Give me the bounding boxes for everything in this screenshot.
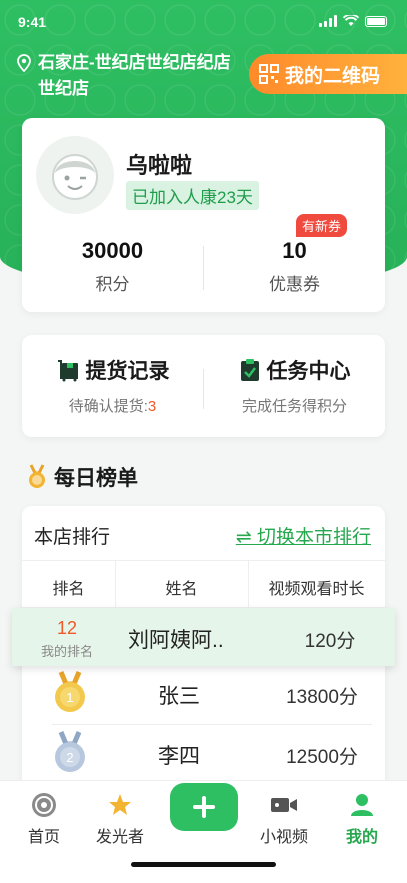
location-pin-icon (17, 54, 31, 72)
profile-card: 乌啦啦 已加入人康23天 有新券 30000 积分 10 优惠券 (22, 118, 385, 312)
my-rank-label: 我的排名 (40, 644, 93, 659)
ranked-user-name: 李四 (158, 745, 200, 768)
points-label: 积分 (95, 275, 130, 294)
task-center-entry[interactable]: 任务中心 完成任务得积分 (204, 355, 385, 416)
pickup-pending-count: 3 (147, 398, 157, 415)
store-rank-label: 本店排行 (34, 527, 111, 548)
points-value: 30000 (81, 238, 144, 263)
ranked-user-name: 张三 (158, 685, 200, 708)
coupons-value: 10 (282, 238, 307, 263)
medal-number: 1 (66, 690, 73, 705)
store-location[interactable]: 石家庄-世纪店世纪店纪店世纪店 (16, 50, 236, 102)
col-rank: 排名 (52, 581, 85, 598)
watch-time: 12500分 (286, 747, 358, 768)
col-name: 姓名 (165, 581, 198, 598)
tab-mine[interactable]: 我的 (322, 791, 402, 847)
qrcode-icon (259, 64, 279, 84)
daily-ranking-heading: 每日榜单 (26, 462, 138, 492)
daily-ranking-title: 每日榜单 (54, 467, 138, 490)
table-row[interactable]: 1 张三 13800分 (22, 664, 385, 724)
clipboard-check-icon (240, 359, 259, 381)
coupons-label: 优惠券 (269, 275, 320, 294)
gold-medal-icon: 1 (55, 671, 85, 712)
tab-shiner[interactable]: 发光者 (80, 791, 160, 847)
tab-video-label: 小视频 (259, 829, 308, 846)
pickup-pending-label: 待确认提货: (68, 398, 148, 415)
task-center-title: 任务中心 (266, 360, 351, 383)
plus-icon (193, 796, 215, 818)
store-location-text: 石家庄-世纪店世纪店纪店世纪店 (38, 53, 231, 98)
my-watch-time: 120分 (304, 631, 356, 652)
medal-icon (29, 464, 45, 488)
medal-number: 2 (66, 750, 73, 765)
battery-icon (365, 15, 387, 27)
smiley-avatar-icon (52, 154, 98, 200)
tab-home-label: 首页 (27, 829, 60, 846)
switch-city-rank-link[interactable]: ⇌ 切换本市排行 (236, 522, 371, 549)
my-rank-number: 12 (56, 618, 78, 638)
my-qrcode-button[interactable]: 我的二维码 (249, 54, 407, 94)
home-indicator (131, 862, 276, 867)
col-watch-time: 视频观看时长 (268, 581, 365, 598)
user-icon (351, 794, 373, 816)
wifi-icon (343, 15, 359, 26)
task-center-subtitle: 完成任务得积分 (241, 398, 347, 415)
joined-days-badge: 已加入人康23天 (126, 181, 259, 210)
my-qrcode-label: 我的二维码 (285, 65, 381, 87)
user-name: 乌啦啦 (126, 153, 193, 178)
pickup-records-entry[interactable]: 提货记录 待确认提货:3 (22, 355, 203, 416)
new-coupon-badge: 有新券 (296, 214, 348, 237)
status-icons (319, 15, 387, 27)
my-name: 刘阿姨阿.. (128, 629, 224, 652)
status-time: 9:41 (18, 14, 47, 30)
coupons-stat[interactable]: 10 优惠券 (204, 238, 385, 295)
tab-video[interactable]: 小视频 (244, 791, 324, 847)
points-stat[interactable]: 30000 积分 (22, 238, 203, 295)
ranking-table-header: 排名 姓名 视频观看时长 (22, 560, 385, 609)
ranking-board-header: 本店排行 ⇌ 切换本市排行 (22, 506, 385, 560)
video-camera-icon (271, 798, 297, 812)
tab-shiner-label: 发光者 (95, 829, 144, 846)
pickup-box-icon (57, 360, 78, 382)
silver-medal-icon: 2 (55, 731, 85, 772)
shortcut-card: 提货记录 待确认提货:3 任务中心 完成任务得积分 (22, 335, 385, 437)
signal-icon (319, 15, 337, 27)
table-row[interactable]: 2 李四 12500分 (22, 724, 385, 784)
star-icon (109, 794, 131, 815)
create-post-button[interactable] (170, 783, 238, 831)
home-logo-icon (32, 793, 56, 817)
pickup-records-title: 提货记录 (85, 360, 170, 383)
watch-time: 13800分 (286, 687, 358, 708)
tab-home[interactable]: 首页 (4, 791, 84, 847)
status-bar: 9:41 (0, 0, 407, 44)
avatar[interactable] (36, 136, 114, 214)
tab-mine-label: 我的 (345, 829, 378, 846)
my-rank-row[interactable]: 12 我的排名 刘阿姨阿.. 120分 (12, 608, 395, 666)
